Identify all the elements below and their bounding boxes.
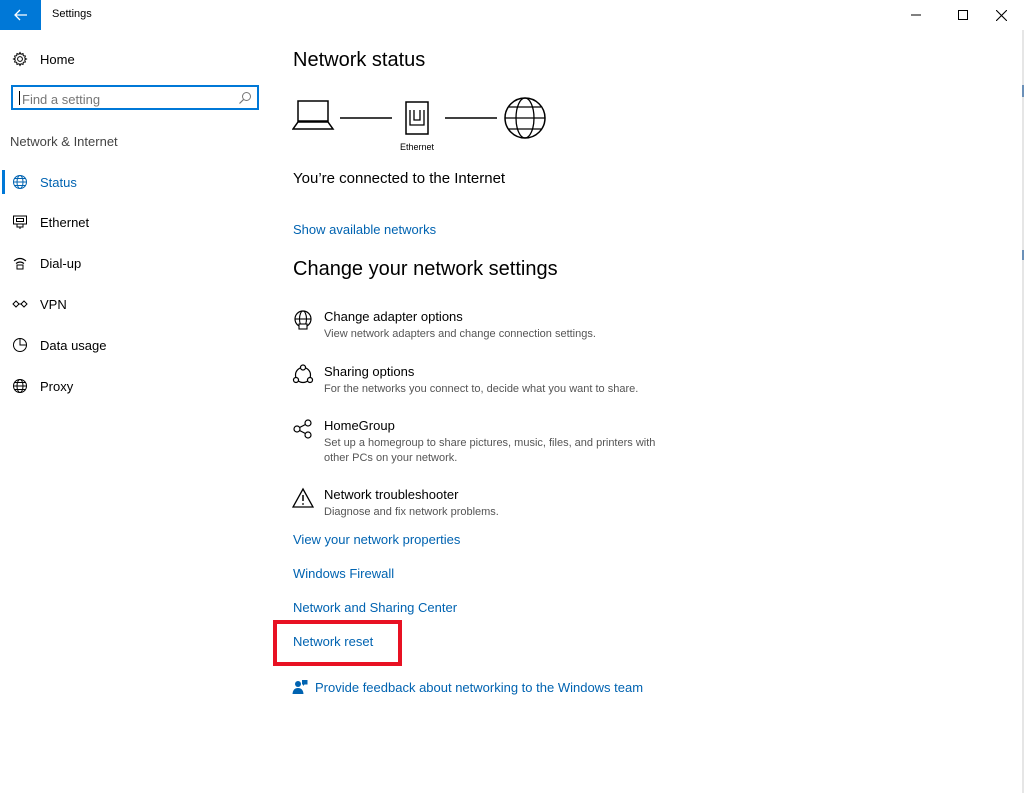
vpn-icon	[12, 296, 30, 314]
laptop-icon	[291, 100, 335, 130]
homegroup[interactable]: HomeGroup Set up a homegroup to share pi…	[292, 418, 692, 468]
sidebar-item-data-usage[interactable]: Data usage	[0, 327, 270, 363]
selection-indicator	[2, 170, 5, 194]
section-label: Network & Internet	[10, 134, 118, 149]
minimize-icon	[911, 14, 921, 16]
close-icon	[995, 9, 1007, 21]
sidebar-item-label: Home	[40, 51, 75, 67]
search-icon[interactable]	[238, 91, 252, 105]
sidebar-item-status[interactable]: Status	[0, 164, 270, 200]
sidebar-item-label: Proxy	[40, 378, 74, 394]
sharing-icon	[292, 364, 314, 386]
warning-icon	[291, 487, 315, 509]
highlight-box	[273, 620, 402, 666]
connection-status-text: You’re connected to the Internet	[293, 170, 506, 187]
adapter-globe-icon	[292, 309, 314, 331]
network-sharing-center-link[interactable]: Network and Sharing Center	[293, 600, 457, 615]
internet-globe-icon	[504, 97, 546, 139]
network-status-heading: Network status	[293, 49, 426, 71]
title-bar: Settings	[0, 0, 1024, 30]
ethernet-port-icon	[405, 101, 429, 135]
search-placeholder: Find a setting	[22, 92, 101, 107]
sidebar-item-label: Status	[40, 174, 77, 190]
setting-title: Network troubleshooter	[324, 487, 459, 502]
sidebar-item-label: Ethernet	[40, 214, 90, 230]
setting-title: HomeGroup	[324, 418, 395, 433]
setting-title: Sharing options	[324, 364, 415, 379]
back-button[interactable]	[0, 0, 41, 30]
dialup-icon	[12, 255, 30, 273]
back-arrow-icon	[13, 9, 27, 21]
close-button[interactable]	[978, 0, 1024, 30]
data-usage-icon	[12, 337, 30, 355]
gear-icon	[12, 51, 30, 69]
sidebar-item-label: Dial-up	[40, 255, 82, 271]
search-input[interactable]: Find a setting	[11, 85, 259, 110]
setting-description: Diagnose and fix network problems.	[324, 506, 499, 518]
sidebar-item-home[interactable]: Home	[0, 41, 270, 77]
sidebar-item-proxy[interactable]: Proxy	[0, 368, 270, 404]
network-troubleshooter[interactable]: Network troubleshooter Diagnose and fix …	[291, 487, 692, 523]
show-available-networks-link[interactable]: Show available networks	[293, 222, 436, 237]
sidebar-item-vpn[interactable]: VPN	[0, 286, 270, 322]
maximize-icon	[958, 10, 968, 20]
diagram-label: Ethernet	[400, 142, 435, 152]
view-network-properties-link[interactable]: View your network properties	[293, 532, 460, 547]
window-title: Settings	[52, 8, 92, 20]
text-cursor	[19, 91, 20, 105]
sidebar-item-label: VPN	[40, 296, 67, 312]
ethernet-icon	[12, 214, 30, 232]
sidebar-item-label: Data usage	[40, 337, 107, 353]
sharing-options[interactable]: Sharing options For the networks you con…	[292, 364, 692, 400]
minimize-button[interactable]	[893, 0, 939, 30]
setting-description: View network adapters and change connect…	[324, 328, 596, 340]
change-adapter-options[interactable]: Change adapter options View network adap…	[292, 309, 692, 345]
sidebar-item-dial-up[interactable]: Dial-up	[0, 245, 270, 281]
setting-description: For the networks you connect to, decide …	[324, 383, 639, 395]
homegroup-icon	[292, 418, 314, 440]
sidebar-item-ethernet[interactable]: Ethernet	[0, 204, 270, 240]
setting-title: Change adapter options	[324, 309, 463, 324]
setting-description: Set up a homegroup to share pictures, mu…	[324, 437, 656, 464]
windows-firewall-link[interactable]: Windows Firewall	[293, 566, 394, 581]
change-settings-heading: Change your network settings	[293, 258, 558, 280]
feedback-person-icon	[292, 679, 308, 695]
globe-icon	[12, 174, 30, 192]
globe-icon	[12, 378, 30, 396]
feedback-link-label: Provide feedback about networking to the…	[315, 680, 644, 695]
